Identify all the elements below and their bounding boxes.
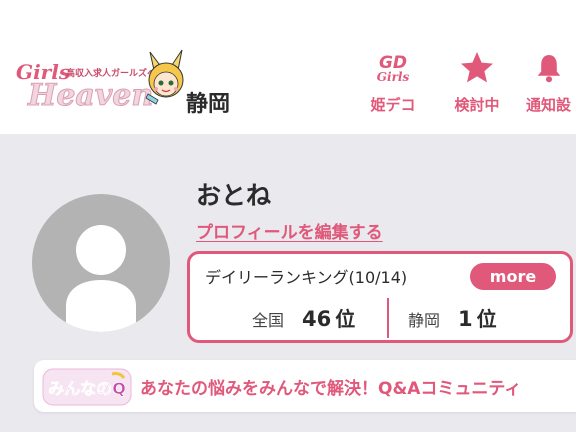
app-header: Girls 高収入求人ガールズヘ Heaven 静岡 GD Girls 姫デコ: [0, 0, 576, 134]
edit-profile-link[interactable]: プロフィールを編集する: [196, 218, 383, 243]
girls-heaven-logo[interactable]: Girls 高収入求人ガールズヘ Heaven: [14, 48, 184, 120]
ranking-national-value: 46: [302, 307, 332, 331]
ranking-local: 静岡 1 位: [408, 303, 497, 333]
qa-community-banner[interactable]: みんなのQ あなたの悩みをみんなで解決！Q&Aコミュニティ: [34, 360, 576, 412]
nav-hime-deco-label: 姫デコ: [370, 96, 416, 114]
ranking-national-unit: 位: [335, 307, 356, 331]
avatar[interactable]: [32, 194, 170, 332]
girls-deco-icon: GD Girls: [373, 50, 413, 86]
ranking-local-value: 1: [458, 307, 473, 331]
nav-considering[interactable]: 検討中: [442, 50, 512, 120]
ranking-local-unit: 位: [476, 307, 497, 331]
minna-no-q-logo: みんなのQ: [42, 368, 132, 406]
nav-notification-settings[interactable]: 通知設: [522, 50, 576, 120]
nav-hime-deco[interactable]: GD Girls 姫デコ: [358, 50, 428, 120]
banner-text: あなたの悩みをみんなで解決！Q&Aコミュニティ: [140, 379, 522, 399]
ranking-divider: [387, 298, 389, 338]
default-user-icon: [66, 225, 136, 332]
region-label[interactable]: 静岡: [186, 86, 230, 118]
banner-logo-text: みんなのQ: [48, 379, 126, 398]
bell-icon: [522, 50, 562, 86]
ranking-title: デイリーランキング(10/14): [205, 268, 408, 287]
ranking-national-label: 全国: [252, 311, 285, 330]
svg-text:Girls: Girls: [377, 70, 410, 84]
logo-main-text: Heaven: [27, 78, 154, 114]
ranking-more-button[interactable]: more: [470, 263, 556, 290]
nav-considering-label: 検討中: [454, 96, 500, 114]
profile-name: おとね: [196, 181, 272, 210]
nav-notification-label: 通知設: [526, 96, 572, 114]
daily-ranking-card: デイリーランキング(10/14) more 全国 46 位 静岡 1 位: [187, 251, 573, 343]
ranking-local-label: 静岡: [408, 311, 441, 330]
star-icon: [457, 50, 497, 86]
ranking-national: 全国 46 位: [252, 303, 355, 333]
